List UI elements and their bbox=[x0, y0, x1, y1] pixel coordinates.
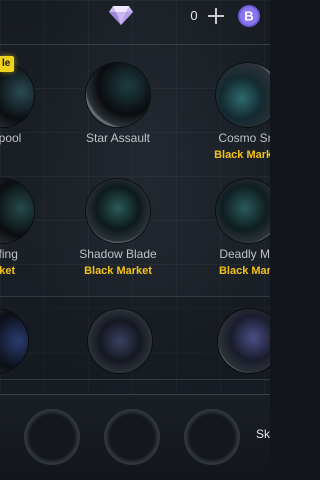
black-market-tag: Black Market bbox=[84, 265, 152, 277]
svg-text:B: B bbox=[244, 9, 253, 24]
currency-bar: 0 B bbox=[0, 0, 270, 34]
skin-shop-screen: 0 B hirlpool Star Assault Cosmo Sm Black… bbox=[0, 0, 270, 480]
equip-slot-2[interactable] bbox=[104, 409, 160, 465]
black-market-tag: Black Market bbox=[214, 149, 270, 161]
skin-name: Star Assault bbox=[85, 131, 151, 145]
skin-preview-star-assault bbox=[86, 63, 150, 127]
skin-preview-row3-middle[interactable] bbox=[88, 309, 152, 373]
skin-preview-shadow-blade bbox=[86, 179, 150, 243]
skin-preview-deadly-magic bbox=[216, 179, 270, 243]
skin-name: luffing bbox=[0, 247, 18, 261]
skin-preview-luffing bbox=[0, 179, 34, 243]
skin-name: Shadow Blade bbox=[79, 247, 157, 261]
equipped-slots-bar: Sk bbox=[0, 394, 270, 480]
b-coin-icon[interactable]: B bbox=[237, 4, 261, 28]
diamond-gem-icon bbox=[109, 6, 133, 25]
add-gems-button[interactable] bbox=[206, 6, 226, 26]
skin-preview-row3-right[interactable] bbox=[218, 309, 270, 373]
skin-name: Cosmo Sm bbox=[218, 131, 270, 145]
skin-preview-cosmo-smash bbox=[216, 63, 270, 127]
skin-preview-whirlpool bbox=[0, 63, 34, 127]
black-market-tag: Black Mark bbox=[218, 265, 270, 277]
black-market-tag: arket bbox=[0, 265, 16, 277]
equip-slot-1[interactable] bbox=[24, 409, 80, 465]
skin-preview-row3-left[interactable] bbox=[0, 309, 28, 373]
skin-name: hirlpool bbox=[0, 131, 22, 145]
sale-badge: le bbox=[0, 56, 15, 72]
skins-row-3 bbox=[0, 296, 270, 380]
skins-grid: hirlpool Star Assault Cosmo Sm Black Mar… bbox=[0, 44, 270, 292]
skin-name: Deadly Ma bbox=[219, 247, 270, 261]
skills-label: Sk bbox=[256, 427, 270, 441]
gem-count: 0 bbox=[190, 8, 198, 23]
equip-slot-3[interactable] bbox=[184, 409, 240, 465]
